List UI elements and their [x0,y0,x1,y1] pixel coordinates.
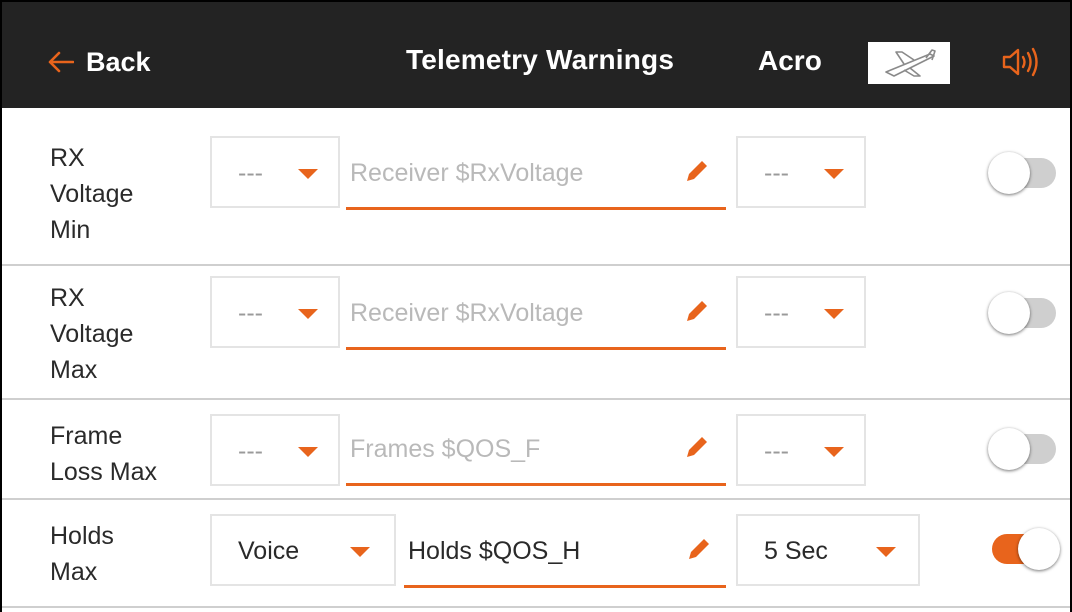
text-field-underline [346,207,726,210]
model-image[interactable] [868,42,950,84]
repeat-dropdown[interactable]: 5 Sec [736,514,920,586]
alert-text-field[interactable]: Receiver $RxVoltage [346,134,726,210]
enable-toggle[interactable] [988,428,1060,470]
alert-type-dropdown[interactable]: --- [210,136,340,208]
chevron-down-icon [350,547,370,557]
back-label: Back [86,46,151,77]
repeat-dropdown[interactable]: --- [736,136,866,208]
alert-type-value: --- [238,159,263,187]
alert-text-field[interactable]: Frames $QOS_F [346,410,726,486]
chevron-down-icon [876,547,896,557]
enable-toggle[interactable] [988,152,1060,194]
alert-type-dropdown[interactable]: --- [210,414,340,486]
chevron-down-icon [824,169,844,179]
repeat-dropdown[interactable]: --- [736,414,866,486]
pencil-icon[interactable] [686,536,712,562]
toggle-knob [988,152,1030,194]
text-field-underline [346,483,726,486]
row-label: Frame Loss Max [50,422,157,486]
warning-row-holds-max: Holds Max Voice Holds $QOS_H 5 Sec [2,500,1070,608]
alert-text-value: Receiver $RxVoltage [350,299,584,327]
warning-row-rx-voltage-max: RX Voltage Max --- Receiver $RxVoltage -… [2,266,1070,400]
toggle-knob [988,292,1030,334]
repeat-value: --- [764,437,789,465]
alert-type-value: Voice [238,537,300,565]
chevron-down-icon [824,309,844,319]
back-button[interactable]: Back [48,42,151,82]
page-title: Telemetry Warnings [406,44,675,75]
screen: Back Telemetry Warnings Acro RX Voltage … [0,0,1072,612]
airplane-icon [885,49,936,77]
chevron-down-icon [298,169,318,179]
repeat-value: --- [764,299,789,327]
pencil-icon[interactable] [684,434,710,460]
chevron-down-icon [298,309,318,319]
row-label: RX Voltage Min [50,144,134,244]
alert-text-field[interactable]: Holds $QOS_H [404,512,726,588]
pencil-icon[interactable] [684,298,710,324]
pencil-icon[interactable] [684,158,710,184]
repeat-value: 5 Sec [764,537,828,565]
arrow-left-icon [48,51,74,73]
text-field-underline [404,585,726,588]
alert-text-field[interactable]: Receiver $RxVoltage [346,274,726,350]
toggle-knob [1018,528,1060,570]
row-label: RX Voltage Max [50,284,134,384]
enable-toggle[interactable] [988,528,1060,570]
text-field-underline [346,347,726,350]
alert-type-value: --- [238,299,263,327]
alert-text-value: Receiver $RxVoltage [350,159,584,187]
repeat-dropdown[interactable]: --- [736,276,866,348]
row-label: Holds Max [50,522,114,586]
alert-type-value: --- [238,437,263,465]
speaker-icon[interactable] [1000,46,1040,78]
warning-row-frame-loss-max: Frame Loss Max --- Frames $QOS_F --- [2,400,1070,500]
repeat-value: --- [764,159,789,187]
toggle-knob [988,428,1030,470]
model-name: Acro [758,45,822,76]
chevron-down-icon [824,447,844,457]
enable-toggle[interactable] [988,292,1060,334]
alert-text-value: Frames $QOS_F [350,435,541,463]
warning-row-rx-voltage-min: RX Voltage Min --- Receiver $RxVoltage -… [2,132,1070,266]
chevron-down-icon [298,447,318,457]
alert-type-dropdown[interactable]: --- [210,276,340,348]
alert-text-value: Holds $QOS_H [408,537,581,565]
header-bar: Back Telemetry Warnings Acro [2,2,1070,108]
alert-type-dropdown[interactable]: Voice [210,514,396,586]
